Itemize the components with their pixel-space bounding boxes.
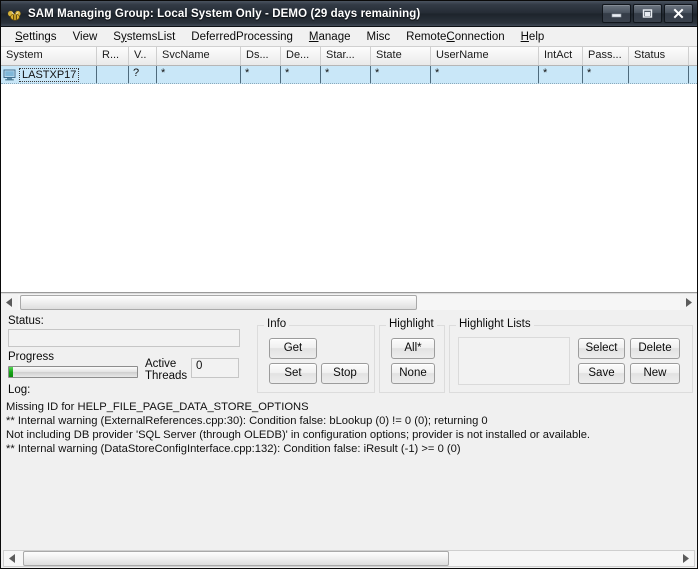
progress-bar: [8, 366, 138, 378]
menu-settings[interactable]: Settings: [7, 28, 65, 46]
log-scrollbar-container: [1, 549, 697, 568]
row-cell[interactable]: *: [431, 66, 539, 83]
menu-remoteconnection[interactable]: RemoteConnection: [398, 28, 512, 46]
row-cell[interactable]: *: [321, 66, 371, 83]
grid-empty-space: [1, 84, 697, 292]
systems-grid: System R... V.. SvcName Ds... De... Star... Sta…: [1, 47, 697, 293]
status-label: Status:: [8, 315, 44, 327]
delete-button[interactable]: Delete: [630, 338, 680, 359]
column-header-intact[interactable]: IntAct: [539, 47, 583, 65]
column-header-svcname[interactable]: SvcName: [157, 47, 241, 65]
menu-bar: Settings View SystemsList DeferredProces…: [1, 27, 697, 47]
log-line: ** Internal warning (ExternalReferences.…: [6, 415, 488, 427]
status-input[interactable]: [8, 329, 240, 347]
save-button[interactable]: Save: [578, 363, 625, 384]
scroll-left-arrow[interactable]: [1, 295, 18, 310]
window-controls: [602, 4, 693, 23]
stop-button[interactable]: Stop: [321, 363, 369, 384]
select-button[interactable]: Select: [578, 338, 625, 359]
row-cell[interactable]: *: [539, 66, 583, 83]
column-header-ds[interactable]: Ds...: [241, 47, 281, 65]
table-row[interactable]: LASTXP17? * * * * * * * *: [1, 66, 697, 84]
log-scroll-right-arrow[interactable]: [677, 551, 694, 566]
row-cell[interactable]: *: [281, 66, 321, 83]
info-group: Info Get Set Stop: [257, 318, 375, 393]
active-threads-label-line1: Active: [145, 358, 177, 370]
row-cell[interactable]: *: [371, 66, 431, 83]
log-label: Log:: [8, 384, 31, 396]
grid-scroll-track[interactable]: [18, 294, 680, 310]
log-line: ** Internal warning (DataStoreConfigInte…: [6, 443, 461, 455]
grid-scroll-thumb[interactable]: [20, 294, 418, 310]
menu-misc[interactable]: Misc: [359, 28, 399, 46]
grid-header-row: System R... V.. SvcName Ds... De... Star... Sta…: [1, 47, 697, 66]
row-cell[interactable]: ?: [129, 66, 157, 83]
get-button[interactable]: Get: [269, 338, 317, 359]
log-horizontal-scrollbar[interactable]: [3, 550, 695, 567]
column-header-status[interactable]: Status: [629, 47, 689, 65]
highlight-lists-group: Highlight Lists Select Delete Save New: [449, 318, 693, 393]
log-line: Not including DB provider 'SQL Server (t…: [6, 429, 591, 441]
highlight-all-button[interactable]: All*: [391, 338, 435, 359]
column-header-username[interactable]: UserName: [431, 47, 539, 65]
set-button[interactable]: Set: [269, 363, 317, 384]
column-header-state[interactable]: State: [371, 47, 431, 65]
column-header-system[interactable]: System: [1, 47, 97, 65]
info-group-title: Info: [264, 318, 290, 330]
log-scroll-track[interactable]: [21, 551, 677, 566]
row-system-name: LASTXP17: [19, 68, 80, 82]
window-title: SAM Managing Group: Local System Only - …: [28, 7, 421, 20]
close-button[interactable]: [664, 4, 693, 23]
row-cell[interactable]: [97, 66, 129, 83]
maximize-button[interactable]: [633, 4, 662, 23]
menu-view[interactable]: View: [65, 28, 106, 46]
highlight-lists-listbox[interactable]: [458, 337, 570, 385]
menu-deferredprocessing[interactable]: DeferredProcessing: [183, 28, 301, 46]
column-header-star[interactable]: Star...: [321, 47, 371, 65]
highlight-group: Highlight All* None: [379, 318, 445, 393]
active-threads-label-line2: Threads: [145, 370, 188, 382]
scroll-right-arrow[interactable]: [680, 295, 697, 310]
menu-manage[interactable]: Manage: [301, 28, 359, 46]
highlight-none-button[interactable]: None: [391, 363, 435, 384]
menu-systemslist[interactable]: SystemsList: [105, 28, 183, 46]
column-header-r[interactable]: R...: [97, 47, 129, 65]
column-header-pass[interactable]: Pass...: [583, 47, 629, 65]
log-scroll-left-arrow[interactable]: [4, 551, 21, 566]
minimize-button[interactable]: [602, 4, 631, 23]
column-header-v[interactable]: V..: [129, 47, 157, 65]
highlight-group-title: Highlight: [386, 318, 437, 330]
log-output[interactable]: Missing ID for HELP_FILE_PAGE_DATA_STORE…: [1, 398, 697, 511]
column-header-de[interactable]: De...: [281, 47, 321, 65]
title-bar[interactable]: ●● SAM Managing Group: Local System Only…: [1, 1, 697, 27]
progress-fill: [9, 367, 13, 377]
row-cell[interactable]: *: [157, 66, 241, 83]
progress-label: Progress: [8, 351, 55, 363]
highlight-lists-group-title: Highlight Lists: [456, 318, 534, 330]
row-cell[interactable]: *: [241, 66, 281, 83]
grid-horizontal-scrollbar[interactable]: [1, 293, 697, 310]
active-threads-label: Active Threads: [145, 358, 189, 382]
menu-help[interactable]: Help: [513, 28, 553, 46]
row-system-cell[interactable]: LASTXP17: [1, 66, 97, 83]
controls-panel: Status: Progress Active Threads 0 Info G…: [1, 310, 697, 398]
application-window: ●● SAM Managing Group: Local System Only…: [0, 0, 698, 569]
row-cell[interactable]: *: [583, 66, 629, 83]
row-cell[interactable]: [629, 66, 689, 83]
log-scroll-thumb[interactable]: [23, 551, 450, 566]
bee-icon: ●●: [7, 5, 22, 21]
active-threads-input[interactable]: 0: [191, 358, 239, 378]
computer-icon: [3, 69, 16, 81]
new-button[interactable]: New: [630, 363, 680, 384]
log-line: Missing ID for HELP_FILE_PAGE_DATA_STORE…: [6, 401, 309, 413]
